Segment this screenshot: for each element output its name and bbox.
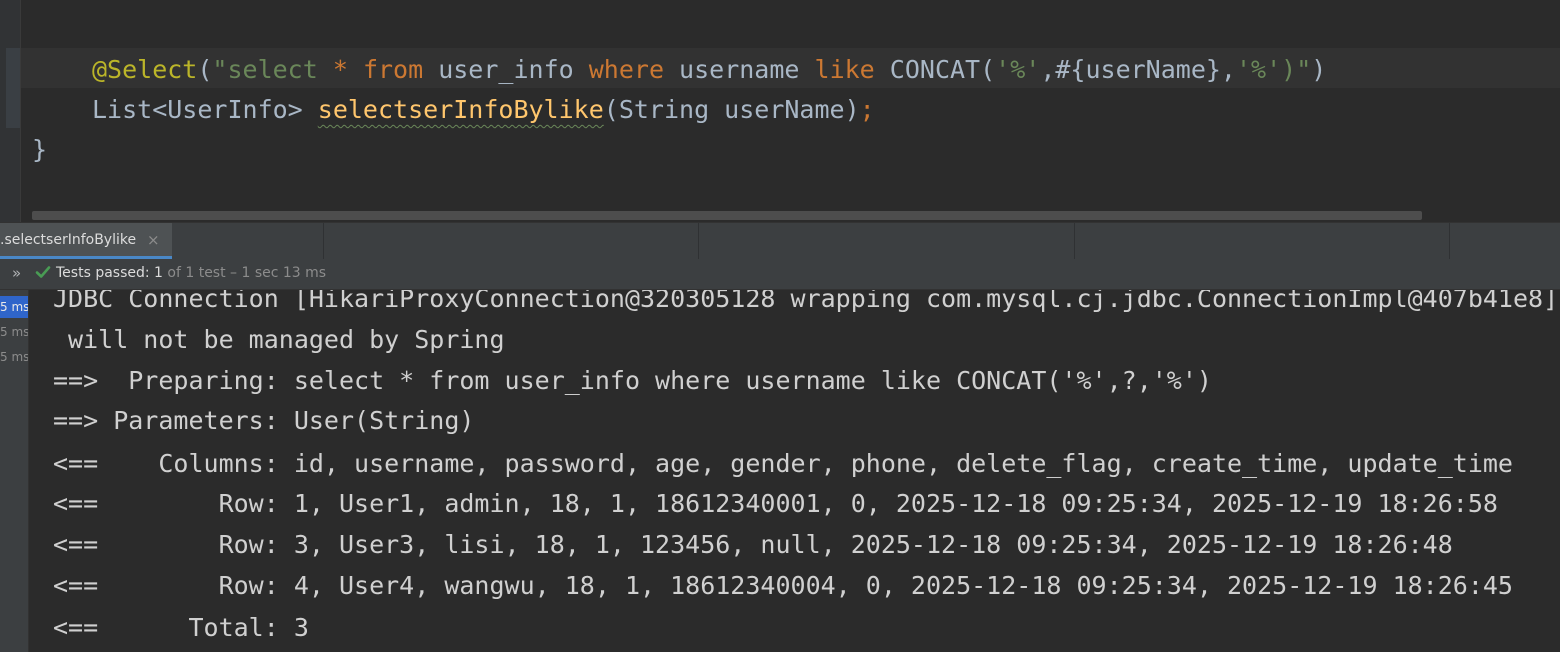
code-line-closing-brace[interactable]: }	[32, 130, 47, 170]
code-line-method-declaration[interactable]: List<UserInfo> selectserInfoBylike(Strin…	[92, 90, 875, 130]
test-tree-panel: 5 ms 5 ms 5 ms	[0, 290, 29, 652]
sql-identifier-token: username	[664, 55, 815, 84]
console-line: <== Total: 3	[53, 613, 309, 642]
console-output[interactable]: JDBC Connection [HikariProxyConnection@3…	[30, 290, 1560, 652]
sql-keyword-token: like	[814, 55, 875, 84]
semicolon-token: ;	[859, 95, 875, 124]
divider	[323, 223, 324, 259]
code-line-select-annotation[interactable]: @Select("select * from user_info where u…	[92, 50, 1326, 90]
change-marker	[6, 48, 20, 128]
paren-token: (	[197, 55, 213, 84]
horizontal-scrollbar[interactable]	[32, 211, 1422, 220]
params-token: (String userName)	[603, 95, 860, 124]
close-icon[interactable]: ×	[147, 231, 160, 249]
tab-selectserinfobylike[interactable]: .selectserInfoBylike ×	[0, 223, 172, 259]
sql-literal-token: '%'	[995, 55, 1041, 84]
annotation-token: @Select	[92, 55, 198, 84]
sql-keyword-token: where	[588, 55, 664, 84]
code-editor[interactable]: @Select("select * from user_info where u…	[0, 0, 1560, 222]
console-line: will not be managed by Spring	[53, 325, 505, 354]
run-tab-bar: .selectserInfoBylike ×	[0, 222, 1560, 260]
return-type-token: List<UserInfo>	[92, 95, 318, 124]
tree-row[interactable]: 5 ms	[0, 296, 28, 318]
tree-row[interactable]: 5 ms	[0, 321, 28, 343]
sql-identifier-token: user_info	[423, 55, 589, 84]
tests-passed-label: Tests passed: 1	[56, 265, 163, 281]
console-line: <== Row: 1, User1, admin, 18, 1, 1861234…	[53, 489, 1498, 518]
method-name-token[interactable]: selectserInfoBylike	[318, 95, 604, 124]
paren-token: )	[1311, 55, 1327, 84]
tests-meta: of 1 test – 1 sec 13 ms	[162, 265, 327, 281]
console-line: ==> Preparing: select * from user_info w…	[53, 366, 1212, 395]
expand-icon[interactable]: »	[12, 264, 21, 282]
console-line: <== Row: 3, User3, lisi, 18, 1, 123456, …	[53, 530, 1453, 559]
sql-keyword-token: * from	[332, 55, 424, 84]
tree-row[interactable]: 5 ms	[0, 346, 28, 368]
test-status-bar: » Tests passed: 1 of 1 test – 1 sec 13 m…	[0, 259, 1560, 290]
console-line: <== Columns: id, username, password, age…	[53, 449, 1513, 478]
sql-string-token: )"	[1281, 55, 1312, 84]
console-line: <== Row: 4, User4, wangwu, 18, 1, 186123…	[53, 571, 1513, 600]
check-icon	[35, 266, 51, 278]
console-line: JDBC Connection [HikariProxyConnection@3…	[53, 290, 1559, 313]
sql-string-token: "select	[212, 55, 333, 84]
tab-label: .selectserInfoBylike	[0, 232, 137, 248]
sql-literal-token: '%'	[1235, 55, 1282, 84]
divider	[1074, 223, 1075, 259]
divider	[1449, 223, 1450, 259]
divider	[698, 223, 699, 259]
test-status-text: Tests passed: 1 of 1 test – 1 sec 13 ms	[56, 265, 326, 281]
sql-function-token: CONCAT(	[874, 55, 996, 84]
console-line: ==> Parameters: User(String)	[53, 406, 475, 435]
sql-param-token: ,#{userName},	[1040, 55, 1236, 84]
